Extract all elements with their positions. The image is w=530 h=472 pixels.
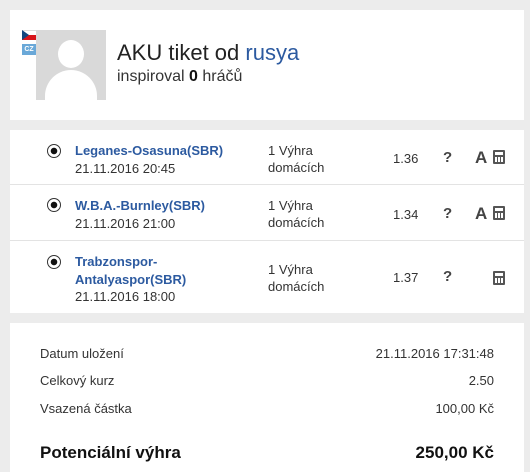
inspired-prefix: inspiroval	[117, 68, 190, 85]
potential-win-label: Potenciální výhra	[40, 443, 181, 462]
match-link[interactable]: Trabzonspor-Antalyaspor(SBR)	[75, 253, 255, 289]
analysis-icon[interactable]: A	[475, 148, 487, 168]
ticket-title: AKU tiket od rusya	[117, 40, 299, 66]
bet-tip: 1 Výhra domácích	[268, 262, 325, 294]
inspired-suffix: hráčů	[197, 68, 243, 85]
potential-win-value: 250,00 Kč	[415, 443, 494, 462]
calculator-icon[interactable]	[493, 271, 505, 285]
bet-tip: 1 Výhra domácích	[268, 143, 325, 175]
bet-odd: 1.34	[393, 207, 419, 222]
soccer-ball-icon	[47, 198, 61, 212]
match-link[interactable]: Leganes-Osasuna(SBR)	[75, 142, 255, 160]
author-link[interactable]: rusya	[245, 40, 299, 65]
total-odds-value: 2.50	[468, 373, 494, 388]
bet-row: Trabzonspor-Antalyaspor(SBR) 21.11.2016 …	[10, 241, 524, 313]
bets-list: Leganes-Osasuna(SBR) 21.11.2016 20:45 1 …	[10, 130, 524, 313]
help-icon[interactable]: ?	[443, 149, 452, 166]
country-badge: CZ	[22, 44, 36, 55]
match-date: 21.11.2016 21:00	[75, 216, 176, 231]
ticket-header: CZ AKU tiket od rusya inspiroval 0 hráčů	[10, 10, 524, 120]
total-odds-label: Celkový kurz	[40, 373, 115, 388]
bet-row: W.B.A.-Burnley(SBR) 21.11.2016 21:00 1 V…	[10, 185, 524, 241]
analysis-icon[interactable]: A	[475, 204, 487, 224]
bet-tip: 1 Výhra domácích	[268, 198, 325, 230]
bet-odd: 1.37	[393, 270, 419, 285]
soccer-ball-icon	[47, 144, 61, 158]
bet-row: Leganes-Osasuna(SBR) 21.11.2016 20:45 1 …	[10, 130, 524, 185]
inspired-count-text: inspiroval 0 hráčů	[117, 68, 242, 86]
calculator-icon[interactable]	[493, 206, 505, 220]
inspired-count: 0	[189, 68, 198, 85]
match-date: 21.11.2016 18:00	[75, 289, 176, 304]
match-link[interactable]: W.B.A.-Burnley(SBR)	[75, 197, 255, 215]
soccer-ball-icon	[47, 255, 61, 269]
avatar[interactable]	[36, 30, 106, 100]
stake-value: 100,00 Kč	[435, 401, 494, 416]
saved-date-value: 21.11.2016 17:31:48	[375, 346, 494, 361]
ticket-summary: Datum uložení 21.11.2016 17:31:48 Celkov…	[10, 323, 524, 472]
ticket-title-prefix: AKU tiket od	[117, 40, 246, 65]
help-icon[interactable]: ?	[443, 205, 452, 222]
bet-odd: 1.36	[393, 151, 419, 166]
czech-flag-icon	[22, 30, 36, 40]
calculator-icon[interactable]	[493, 150, 505, 164]
help-icon[interactable]: ?	[443, 268, 452, 285]
stake-label: Vsazená částka	[40, 401, 132, 416]
saved-date-label: Datum uložení	[40, 346, 124, 361]
match-date: 21.11.2016 20:45	[75, 161, 176, 176]
